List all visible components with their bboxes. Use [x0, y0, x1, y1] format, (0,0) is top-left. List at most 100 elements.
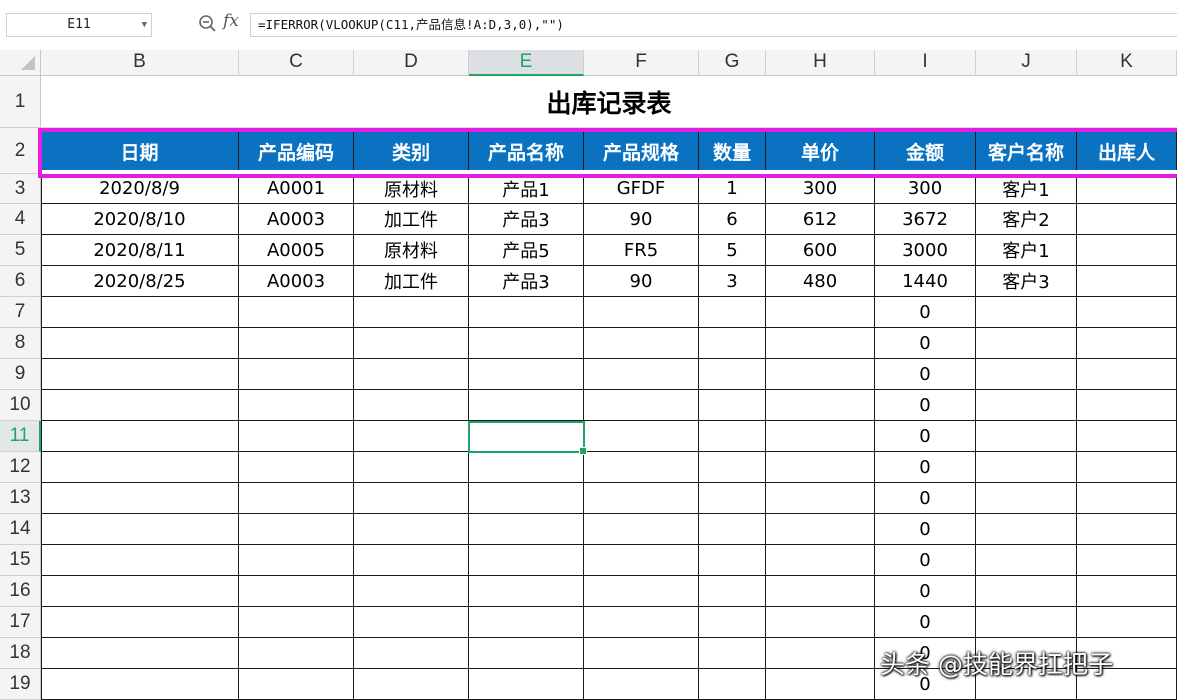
table-cell[interactable] [41, 359, 239, 390]
table-cell[interactable] [41, 607, 239, 638]
table-cell[interactable] [41, 390, 239, 421]
row-header-19[interactable]: 19 [0, 669, 41, 700]
table-cell[interactable] [976, 452, 1077, 483]
table-cell[interactable] [239, 452, 354, 483]
table-cell[interactable] [766, 576, 875, 607]
table-cell[interactable] [354, 452, 469, 483]
header-cell[interactable]: 单价 [766, 132, 875, 170]
table-cell[interactable] [584, 576, 699, 607]
table-cell[interactable] [469, 297, 584, 328]
column-header-j[interactable]: J [976, 50, 1077, 76]
table-cell[interactable] [766, 297, 875, 328]
column-header-f[interactable]: F [584, 50, 699, 76]
row-header-7[interactable]: 7 [0, 297, 41, 328]
table-cell[interactable]: 1 [699, 174, 766, 204]
table-cell[interactable] [41, 545, 239, 576]
table-cell[interactable] [699, 421, 766, 452]
table-cell[interactable] [699, 638, 766, 669]
table-cell[interactable]: 300 [875, 174, 976, 204]
table-cell[interactable] [766, 390, 875, 421]
table-cell[interactable] [1077, 235, 1177, 266]
table-cell[interactable] [41, 452, 239, 483]
table-cell[interactable] [239, 483, 354, 514]
row-header-9[interactable]: 9 [0, 359, 41, 390]
table-cell[interactable] [354, 514, 469, 545]
table-cell[interactable]: FR5 [584, 235, 699, 266]
table-cell[interactable] [976, 297, 1077, 328]
table-cell[interactable]: A0003 [239, 266, 354, 297]
zoom-out-icon[interactable] [198, 14, 218, 34]
table-cell[interactable] [699, 328, 766, 359]
table-cell[interactable]: 3000 [875, 235, 976, 266]
table-cell[interactable]: 客户2 [976, 204, 1077, 235]
table-cell[interactable] [766, 638, 875, 669]
table-cell[interactable] [239, 359, 354, 390]
table-cell[interactable] [976, 607, 1077, 638]
table-cell[interactable] [766, 669, 875, 700]
header-cell[interactable]: 类别 [354, 132, 469, 170]
table-cell[interactable]: 0 [875, 359, 976, 390]
table-cell[interactable] [766, 452, 875, 483]
table-cell[interactable] [469, 328, 584, 359]
table-cell[interactable] [699, 669, 766, 700]
table-cell[interactable] [584, 483, 699, 514]
table-cell[interactable] [1077, 328, 1177, 359]
table-cell[interactable] [1077, 421, 1177, 452]
row-header-11[interactable]: 11 [0, 421, 41, 452]
table-cell[interactable]: 客户1 [976, 235, 1077, 266]
table-cell[interactable] [354, 545, 469, 576]
table-cell[interactable]: 3 [699, 266, 766, 297]
table-cell[interactable] [699, 514, 766, 545]
table-cell[interactable] [976, 390, 1077, 421]
table-cell[interactable]: 客户3 [976, 266, 1077, 297]
table-cell[interactable] [239, 576, 354, 607]
row-header-10[interactable]: 10 [0, 390, 41, 421]
table-cell[interactable]: 原材料 [354, 174, 469, 204]
header-cell[interactable]: 产品规格 [584, 132, 699, 170]
row-header-1[interactable]: 1 [0, 76, 41, 128]
table-cell[interactable] [976, 514, 1077, 545]
table-cell[interactable] [584, 390, 699, 421]
header-cell[interactable]: 数量 [699, 132, 766, 170]
row-header-4[interactable]: 4 [0, 204, 41, 235]
table-cell[interactable] [1077, 174, 1177, 204]
table-cell[interactable] [766, 545, 875, 576]
table-cell[interactable]: 产品3 [469, 266, 584, 297]
table-cell[interactable] [584, 421, 699, 452]
table-cell[interactable] [354, 421, 469, 452]
table-cell[interactable] [1077, 576, 1177, 607]
header-cell[interactable]: 客户名称 [976, 132, 1077, 170]
row-header-6[interactable]: 6 [0, 266, 41, 297]
fx-icon[interactable]: fx [223, 11, 239, 31]
table-cell[interactable] [699, 297, 766, 328]
column-header-i[interactable]: I [875, 50, 976, 76]
table-cell[interactable]: 0 [875, 390, 976, 421]
table-cell[interactable] [766, 421, 875, 452]
table-cell[interactable] [41, 669, 239, 700]
table-cell[interactable] [584, 545, 699, 576]
header-cell[interactable]: 出库人 [1077, 132, 1177, 170]
table-cell[interactable] [239, 328, 354, 359]
table-cell[interactable]: 2020/8/25 [41, 266, 239, 297]
table-cell[interactable] [354, 297, 469, 328]
table-cell[interactable] [469, 514, 584, 545]
table-cell[interactable] [584, 297, 699, 328]
table-cell[interactable]: 300 [766, 174, 875, 204]
table-cell[interactable] [239, 607, 354, 638]
table-cell[interactable] [699, 545, 766, 576]
table-cell[interactable] [469, 359, 584, 390]
table-cell[interactable]: GFDF [584, 174, 699, 204]
column-header-g[interactable]: G [699, 50, 766, 76]
table-cell[interactable] [584, 359, 699, 390]
table-cell[interactable]: A0003 [239, 204, 354, 235]
table-cell[interactable] [239, 545, 354, 576]
column-header-h[interactable]: H [766, 50, 875, 76]
table-cell[interactable] [976, 483, 1077, 514]
table-cell[interactable] [41, 514, 239, 545]
table-cell[interactable] [354, 576, 469, 607]
table-cell[interactable] [239, 514, 354, 545]
table-cell[interactable] [699, 390, 766, 421]
table-cell[interactable] [1077, 607, 1177, 638]
table-cell[interactable]: 0 [875, 328, 976, 359]
select-all-corner[interactable] [0, 50, 41, 76]
